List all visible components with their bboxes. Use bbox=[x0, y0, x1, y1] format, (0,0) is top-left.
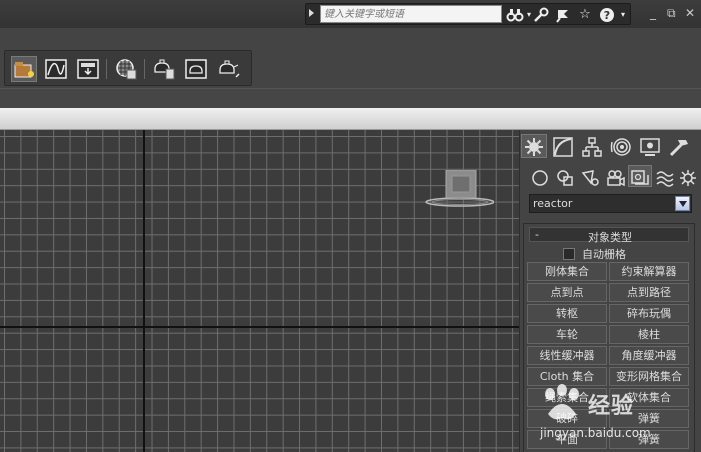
scene-explorer-button[interactable] bbox=[11, 56, 37, 82]
shapes-icon bbox=[557, 170, 573, 186]
rollout-title: 对象类型 bbox=[588, 231, 632, 244]
helpers-category[interactable] bbox=[628, 165, 652, 187]
deforming-mesh-collection-button[interactable]: 变形网格集合 bbox=[609, 367, 689, 386]
geometry-icon bbox=[532, 170, 548, 186]
material-editor-button[interactable] bbox=[113, 56, 139, 82]
cameras-icon bbox=[607, 170, 625, 187]
soft-body-collection-button[interactable]: 软体集合 bbox=[609, 388, 689, 407]
linear-dashpot-button[interactable]: 线性缓冲器 bbox=[527, 346, 607, 365]
scene-explorer-icon bbox=[14, 62, 34, 78]
curve-editor-button[interactable] bbox=[43, 56, 69, 82]
menu-strip bbox=[0, 28, 701, 48]
display-tab-icon bbox=[640, 138, 660, 156]
angular-dashpot-button[interactable]: 角度缓冲器 bbox=[609, 346, 689, 365]
modify-tab[interactable] bbox=[550, 134, 576, 158]
object-type-rollout: - 对象类型 自动栅格 刚体集合 约束解算器 点到点 点到路径 转枢 碎布玩偶 … bbox=[523, 223, 695, 452]
cloth-collection-button[interactable]: Cloth 集合 bbox=[527, 367, 607, 386]
spring-button[interactable]: 弹簧 bbox=[609, 409, 689, 428]
utilities-tab-icon bbox=[669, 140, 688, 157]
create-tab[interactable] bbox=[521, 134, 547, 158]
search-tools-icon[interactable] bbox=[532, 6, 550, 24]
motion-tab-icon bbox=[610, 138, 631, 156]
cameras-category[interactable] bbox=[603, 165, 627, 187]
schematic-view-icon bbox=[77, 59, 99, 79]
modify-tab-icon bbox=[553, 137, 573, 157]
space-warps-icon bbox=[656, 171, 674, 187]
spring-button-2[interactable]: 弹簧 bbox=[609, 430, 689, 449]
auto-grid-checkbox[interactable] bbox=[563, 248, 575, 260]
category-dropdown[interactable]: reactor bbox=[529, 194, 692, 213]
info-center: ▾ ☆ ? ▾ bbox=[305, 3, 631, 25]
fracture-button[interactable]: 破碎 bbox=[527, 409, 607, 428]
prismatic-button[interactable]: 棱柱 bbox=[609, 325, 689, 344]
grid-axis-horizontal bbox=[0, 326, 519, 328]
space-warps-category[interactable] bbox=[653, 165, 677, 187]
toolbar-separator bbox=[144, 59, 145, 79]
point-to-path-button[interactable]: 点到路径 bbox=[609, 283, 689, 302]
hinge-button[interactable]: 转枢 bbox=[527, 304, 607, 323]
chevron-down-icon[interactable] bbox=[675, 196, 690, 211]
hierarchy-tab-icon bbox=[582, 137, 602, 157]
close-icon[interactable]: ✕ bbox=[685, 6, 695, 20]
render-button[interactable] bbox=[215, 56, 241, 82]
material-editor-icon bbox=[116, 59, 137, 80]
lights-icon bbox=[581, 170, 599, 186]
render-setup-icon bbox=[154, 59, 175, 80]
rollout-header[interactable]: - 对象类型 bbox=[529, 227, 689, 244]
auto-grid-label: 自动栅格 bbox=[582, 248, 626, 261]
pin-icon[interactable] bbox=[554, 6, 572, 24]
constraint-solver-button[interactable]: 约束解算器 bbox=[609, 262, 689, 281]
main-toolbar bbox=[0, 48, 701, 88]
schematic-view-button[interactable] bbox=[75, 56, 101, 82]
hierarchy-tab[interactable] bbox=[579, 134, 605, 158]
lights-category[interactable] bbox=[578, 165, 602, 187]
helpers-icon bbox=[631, 170, 649, 185]
render-toolbar-group bbox=[4, 50, 252, 86]
geometry-category[interactable] bbox=[528, 165, 552, 187]
dropdown-value: reactor bbox=[533, 197, 573, 210]
expand-arrow-icon[interactable] bbox=[309, 9, 314, 17]
rigid-body-collection-button[interactable]: 刚体集合 bbox=[527, 262, 607, 281]
viewport-label-bar bbox=[0, 108, 701, 130]
star-icon[interactable]: ☆ bbox=[576, 6, 594, 24]
ribbon-bar bbox=[0, 88, 701, 108]
shapes-category[interactable] bbox=[553, 165, 577, 187]
minimize-icon[interactable]: _ bbox=[650, 6, 656, 20]
command-panel: reactor - 对象类型 自动栅格 刚体集合 约束解算器 点到点 点到路径 … bbox=[519, 130, 701, 452]
curve-editor-icon bbox=[45, 59, 67, 79]
systems-icon bbox=[680, 170, 696, 186]
render-setup-button[interactable] bbox=[151, 56, 177, 82]
systems-category[interactable] bbox=[676, 165, 700, 187]
chevron-down-icon[interactable]: ▾ bbox=[614, 6, 632, 24]
car-wheel-button[interactable]: 车轮 bbox=[527, 325, 607, 344]
perspective-viewport[interactable] bbox=[0, 130, 519, 452]
utilities-tab[interactable] bbox=[666, 134, 692, 158]
render-icon bbox=[219, 60, 240, 78]
title-bar: ▾ ☆ ? ▾ _ ⧉ ✕ bbox=[0, 0, 701, 28]
display-tab[interactable] bbox=[637, 134, 663, 158]
create-tab-icon bbox=[525, 138, 543, 156]
grid-axis-vertical bbox=[143, 130, 145, 452]
rope-collection-button[interactable]: 绳索集合 bbox=[527, 388, 607, 407]
svg-text:?: ? bbox=[604, 9, 610, 22]
motion-tab[interactable] bbox=[608, 134, 634, 158]
point-to-point-button[interactable]: 点到点 bbox=[527, 283, 607, 302]
restore-icon[interactable]: ⧉ bbox=[667, 6, 676, 20]
rendered-frame-button[interactable] bbox=[183, 56, 209, 82]
plane-button[interactable]: 平面 bbox=[527, 430, 607, 449]
reactor-object-gizmo[interactable] bbox=[424, 170, 494, 210]
ragdoll-button[interactable]: 碎布玩偶 bbox=[609, 304, 689, 323]
search-input[interactable] bbox=[320, 5, 502, 23]
rendered-frame-icon bbox=[185, 59, 207, 79]
toolbar-separator bbox=[106, 59, 107, 79]
